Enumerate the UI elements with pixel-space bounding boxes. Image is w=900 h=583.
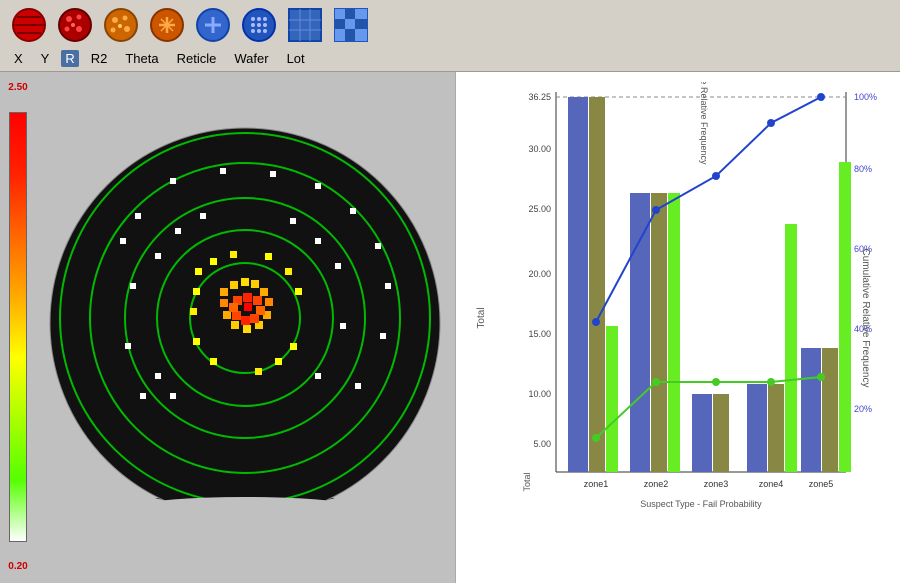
icons-row	[8, 4, 372, 46]
colorscale: 2.50 0.20	[8, 82, 28, 572]
label-reticle[interactable]: Reticle	[171, 50, 223, 67]
label-lot[interactable]: Lot	[281, 50, 311, 67]
svg-text:25.00: 25.00	[528, 204, 551, 214]
svg-text:zone4: zone4	[759, 479, 784, 489]
toolbar-labels: X Y R R2 Theta Reticle Wafer Lot	[8, 50, 372, 67]
chart-y-right-title: Cumulative Relative Frequency	[860, 248, 871, 387]
toolbar: X Y R R2 Theta Reticle Wafer Lot	[0, 0, 900, 72]
svg-text:zone2: zone2	[644, 479, 669, 489]
toolbar-row: X Y R R2 Theta Reticle Wafer Lot	[8, 4, 372, 67]
svg-text:36.25: 36.25	[528, 92, 551, 102]
icon-wafer-7[interactable]	[284, 4, 326, 46]
icon-wafer-1[interactable]	[8, 4, 50, 46]
svg-text:100%: 100%	[854, 92, 877, 102]
svg-text:30.00: 30.00	[528, 144, 551, 154]
label-theta[interactable]: Theta	[119, 50, 164, 67]
svg-text:10.00: 10.00	[528, 389, 551, 399]
wafer-svg	[45, 83, 445, 573]
svg-text:15.00: 15.00	[528, 329, 551, 339]
svg-text:Suspect Type - Fail Probabilit: Suspect Type - Fail Probability	[640, 499, 762, 509]
label-wafer[interactable]: Wafer	[228, 50, 274, 67]
label-x[interactable]: X	[8, 50, 29, 67]
chart-area: 36.25 30.00 25.00 20.00 15.00 10.00 5.00…	[506, 82, 890, 553]
icon-wafer-4[interactable]	[146, 4, 188, 46]
icon-wafer-2[interactable]	[54, 4, 96, 46]
scale-bottom-value: 0.20	[8, 561, 27, 572]
icon-wafer-8[interactable]	[330, 4, 372, 46]
wafer-map-panel: 2.50 0.20	[0, 72, 455, 583]
svg-text:Total: Total	[522, 472, 532, 491]
svg-text:5.00: 5.00	[533, 439, 551, 449]
scale-top-value: 2.50	[8, 82, 27, 93]
svg-text:80%: 80%	[854, 164, 872, 174]
colorscale-bar	[9, 112, 27, 542]
svg-text:20%: 20%	[854, 404, 872, 414]
chart-panel: 36.25 30.00 25.00 20.00 15.00 10.00 5.00…	[455, 72, 900, 583]
svg-text:zone1: zone1	[584, 479, 609, 489]
icon-wafer-6[interactable]	[238, 4, 280, 46]
wafer-canvas	[45, 83, 445, 573]
label-r[interactable]: R	[61, 50, 78, 67]
main-content: 2.50 0.20	[0, 72, 900, 583]
svg-text:20.00: 20.00	[528, 269, 551, 279]
svg-text:Cumulative Relative Frequency: Cumulative Relative Frequency	[699, 82, 709, 165]
label-y[interactable]: Y	[35, 50, 56, 67]
svg-text:zone3: zone3	[704, 479, 729, 489]
svg-text:zone5: zone5	[809, 479, 834, 489]
icon-wafer-3[interactable]	[100, 4, 142, 46]
icon-wafer-5[interactable]	[192, 4, 234, 46]
chart-y-left-title: Total	[476, 307, 487, 328]
chart-svg: 36.25 30.00 25.00 20.00 15.00 10.00 5.00…	[506, 82, 886, 542]
label-r2[interactable]: R2	[85, 50, 114, 67]
